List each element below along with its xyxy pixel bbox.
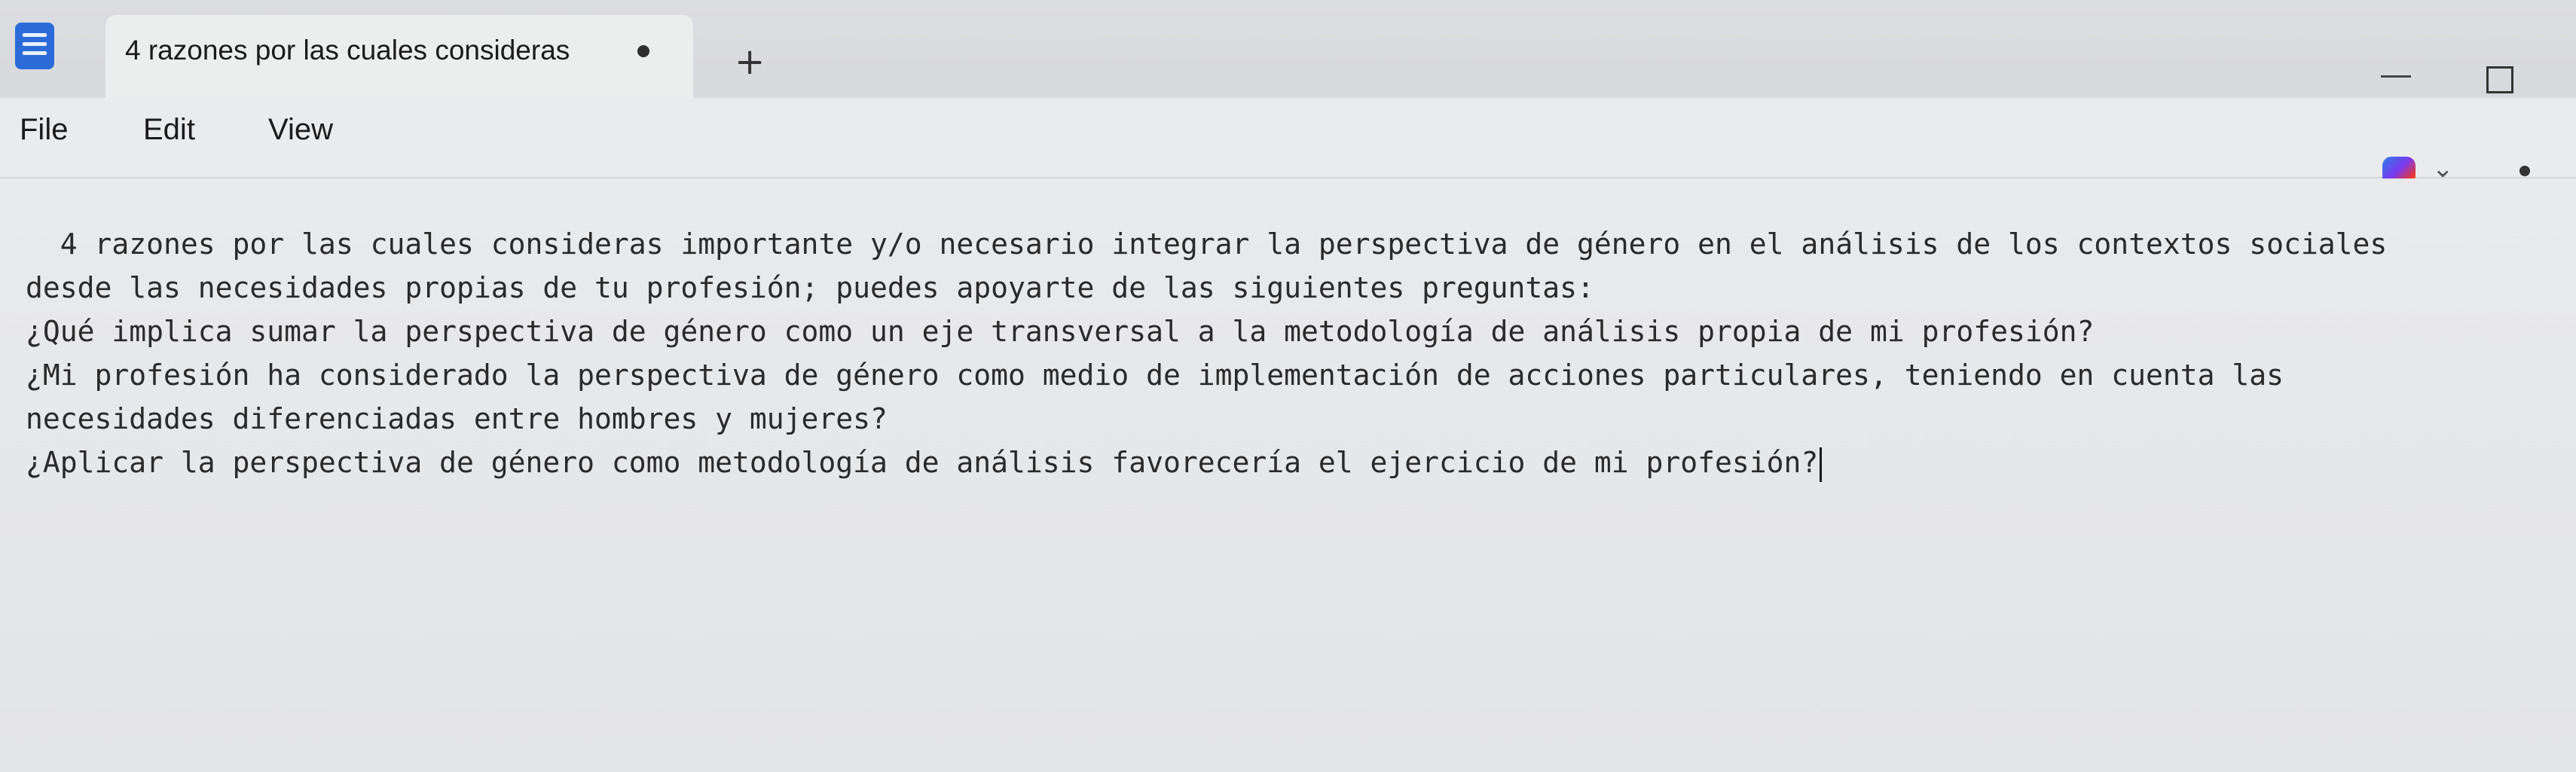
text-line: 4 razones por las cuales consideras impo…: [26, 227, 2388, 261]
document-tab[interactable]: 4 razones por las cuales consideras: [105, 15, 693, 98]
menu-bar: File Edit View ⌄: [0, 98, 2576, 191]
menu-file[interactable]: File: [20, 113, 68, 147]
text-line: ¿Qué implica sumar la perspectiva de gén…: [26, 315, 2095, 348]
maximize-icon[interactable]: [2486, 66, 2513, 93]
new-tab-button[interactable]: +: [735, 44, 765, 80]
notepad-icon: [15, 23, 54, 69]
document-text[interactable]: 4 razones por las cuales consideras impo…: [26, 222, 2557, 484]
text-editor[interactable]: 4 razones por las cuales consideras impo…: [0, 179, 2576, 772]
text-line: necesidades diferenciadas entre hombres …: [26, 402, 888, 435]
menu-edit[interactable]: Edit: [143, 113, 195, 147]
text-caret: [1820, 447, 1823, 482]
text-line: ¿Mi profesión ha considerado la perspect…: [26, 359, 2284, 392]
tab-title: 4 razones por las cuales consideras: [125, 35, 570, 66]
text-line: desde las necesidades propias de tu prof…: [26, 271, 1594, 304]
minimize-icon[interactable]: [2381, 75, 2411, 78]
text-line-last: ¿Aplicar la perspectiva de género como m…: [26, 441, 2557, 484]
text-line: ¿Aplicar la perspectiva de género como m…: [26, 446, 1819, 479]
title-bar: 4 razones por las cuales consideras +: [0, 0, 2576, 98]
unsaved-dot-icon[interactable]: [637, 45, 649, 57]
menu-view[interactable]: View: [268, 113, 333, 147]
